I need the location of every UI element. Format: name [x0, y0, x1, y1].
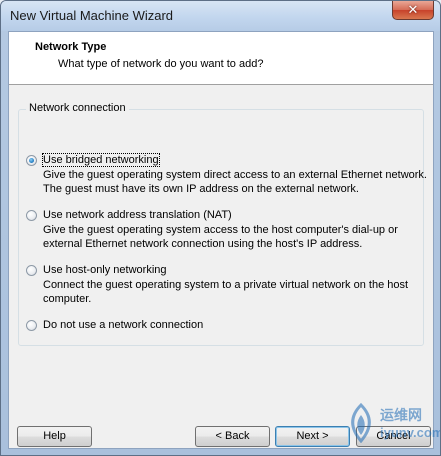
option-nat-label[interactable]: Use network address translation (NAT) — [43, 209, 232, 221]
close-button[interactable]: ✕ — [392, 1, 434, 20]
back-button[interactable]: < Back — [195, 426, 270, 447]
network-connection-group: Network connection Use bridged networkin… — [18, 102, 427, 346]
close-icon: ✕ — [407, 2, 419, 17]
option-host-only-label[interactable]: Use host-only networking — [43, 264, 167, 276]
next-button[interactable]: Next > — [275, 426, 350, 447]
watermark-logo: 运维网 iyunv.com — [344, 402, 440, 451]
wizard-window: New Virtual Machine Wizard ✕ Network Typ… — [0, 0, 441, 456]
option-host-only-description: Connect the guest operating system to a … — [43, 279, 409, 305]
watermark-en: iyunv.com — [380, 425, 441, 440]
option-no-network-label[interactable]: Do not use a network connection — [43, 319, 203, 331]
option-bridged-description: Give the guest operating system direct a… — [43, 169, 427, 195]
radio-no-network[interactable] — [26, 320, 37, 331]
option-bridged-label[interactable]: Use bridged networking — [42, 153, 160, 167]
option-nat-description: Give the guest operating system access t… — [43, 224, 398, 250]
radio-nat[interactable] — [26, 210, 37, 221]
group-label: Network connection — [26, 102, 129, 114]
help-button[interactable]: Help — [17, 426, 92, 447]
watermark-cn: 运维网 — [380, 407, 422, 423]
page-subtitle: What type of network do you want to add? — [58, 58, 264, 70]
page-title: Network Type — [35, 41, 107, 53]
window-title: New Virtual Machine Wizard — [10, 8, 174, 23]
radio-bridged[interactable] — [26, 155, 37, 166]
title-bar[interactable]: New Virtual Machine Wizard ✕ — [1, 1, 440, 31]
wizard-body: Network Type What type of network do you… — [8, 31, 434, 449]
radio-host-only[interactable] — [26, 265, 37, 276]
wizard-header: Network Type What type of network do you… — [9, 32, 433, 85]
watermark-icon — [351, 402, 371, 444]
